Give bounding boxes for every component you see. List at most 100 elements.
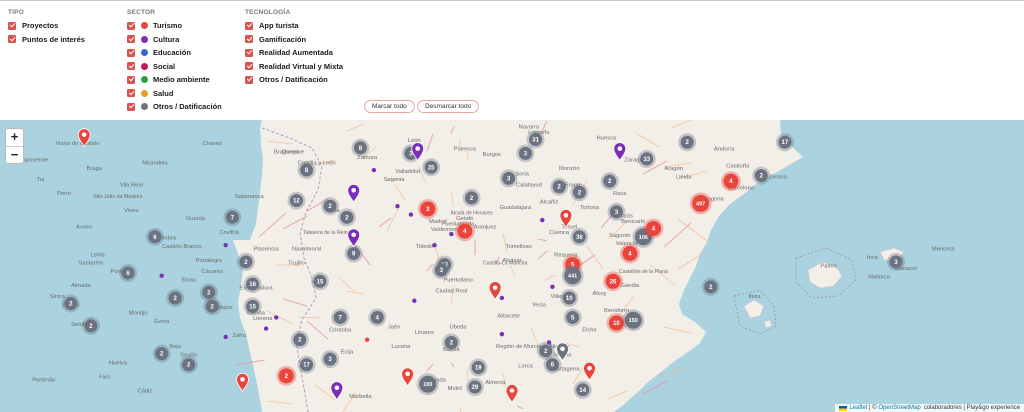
marker-cluster[interactable]: 3	[499, 169, 518, 188]
option-puntos-de-interes[interactable]: Puntos de interés	[8, 33, 85, 47]
marker-cluster[interactable]: 3	[887, 252, 905, 271]
option-medio-ambiente[interactable]: Medio ambiente	[127, 73, 222, 87]
point-marker[interactable]	[408, 212, 414, 217]
leaflet-link[interactable]: Leaflet	[849, 405, 867, 411]
point-marker[interactable]	[371, 167, 377, 173]
option-salud[interactable]: Salud	[127, 87, 222, 101]
marker-cluster[interactable]: 8	[351, 138, 370, 157]
checkbox-checked-icon[interactable]	[127, 62, 135, 71]
marker-cluster[interactable]: 4	[619, 243, 640, 264]
checkbox-checked-icon[interactable]	[245, 21, 253, 30]
marker-cluster[interactable]: 4	[720, 171, 741, 192]
marker-cluster[interactable]: 8	[297, 161, 316, 180]
point-marker[interactable]	[364, 337, 370, 342]
option-cultura[interactable]: Cultura	[127, 33, 222, 47]
marker-cluster[interactable]: 17	[775, 133, 794, 152]
marker-cluster[interactable]: 6	[145, 227, 164, 246]
point-marker[interactable]	[223, 242, 228, 248]
select-all-button[interactable]: Marcar todo	[364, 100, 415, 113]
point-marker[interactable]	[395, 204, 400, 209]
point-marker[interactable]	[449, 231, 454, 237]
option-proyectos[interactable]: Proyectos	[8, 19, 85, 33]
marker-cluster[interactable]: 26	[603, 271, 624, 292]
checkbox-checked-icon[interactable]	[245, 62, 253, 71]
marker-cluster[interactable]: 2	[678, 133, 697, 152]
point-marker[interactable]	[159, 273, 164, 278]
openstreetmap-link[interactable]: OpenStreetMap	[878, 405, 920, 411]
option-app-turista[interactable]: App turista	[245, 19, 343, 33]
checkbox-checked-icon[interactable]	[127, 21, 135, 30]
marker-cluster[interactable]: 2	[166, 288, 185, 307]
marker-cluster[interactable]: 19	[469, 358, 488, 377]
marker-cluster[interactable]: 2	[203, 297, 222, 316]
checkbox-checked-icon[interactable]	[127, 75, 135, 84]
marker-cluster[interactable]: 6	[119, 263, 137, 282]
marker-cluster[interactable]: 2	[290, 330, 309, 349]
marker-cluster[interactable]: 16	[243, 275, 262, 294]
checkbox-checked-icon[interactable]	[127, 48, 135, 57]
marker-cluster[interactable]: 2	[152, 344, 171, 363]
point-marker[interactable]	[499, 295, 505, 301]
option-turismo[interactable]: Turismo	[127, 19, 222, 33]
checkbox-checked-icon[interactable]	[127, 89, 135, 98]
marker-cluster[interactable]: 2	[462, 188, 481, 207]
checkbox-checked-icon[interactable]	[127, 102, 135, 111]
point-marker[interactable]	[263, 326, 269, 331]
option-educaci-n[interactable]: Educación	[127, 46, 222, 60]
marker-cluster[interactable]: 2	[81, 316, 100, 335]
marker-cluster[interactable]: 2	[752, 166, 771, 185]
marker-cluster[interactable]: 2	[321, 197, 340, 216]
checkbox-checked-icon[interactable]	[8, 21, 16, 30]
marker-cluster[interactable]: 25	[422, 158, 441, 177]
marker-cluster[interactable]: 2	[337, 208, 356, 227]
marker-cluster[interactable]: 3	[516, 144, 535, 163]
checkbox-checked-icon[interactable]	[127, 35, 135, 44]
checkbox-checked-icon[interactable]	[245, 48, 253, 57]
map-view[interactable]: Viana do Castelo Chaves Bragança Zamora Zara…	[0, 120, 1024, 412]
marker-cluster[interactable]: 497	[689, 192, 712, 215]
marker-cluster[interactable]: 2	[61, 294, 80, 313]
option-gamificaci-n[interactable]: Gamificación	[245, 33, 343, 47]
marker-cluster[interactable]: 17	[297, 355, 316, 374]
marker-cluster[interactable]: 2	[550, 177, 569, 196]
marker-cluster[interactable]: 4	[454, 221, 475, 242]
zoom-out-button[interactable]: −	[6, 146, 23, 163]
marker-cluster[interactable]: 2	[701, 277, 720, 296]
marker-cluster[interactable]: 15	[311, 272, 329, 291]
marker-cluster[interactable]: 2	[570, 183, 589, 202]
marker-cluster[interactable]: 2	[276, 365, 297, 386]
checkbox-checked-icon[interactable]	[245, 35, 253, 44]
marker-cluster[interactable]: 441	[561, 264, 584, 287]
marker-cluster[interactable]: 5	[563, 308, 582, 327]
checkbox-checked-icon[interactable]	[245, 75, 253, 84]
marker-cluster[interactable]: 33	[637, 149, 656, 168]
point-marker[interactable]	[499, 331, 505, 337]
option-social[interactable]: Social	[127, 60, 222, 74]
point-marker[interactable]	[223, 334, 228, 340]
map-canvas[interactable]: Viana do Castelo ChavesBragançaZamora Zara…	[0, 120, 1024, 412]
option-realidad-virtual-y-mixta[interactable]: Realidad Virtual y Mixta	[245, 60, 343, 74]
marker-cluster[interactable]: 3	[321, 350, 340, 369]
point-marker[interactable]	[540, 217, 545, 223]
marker-cluster[interactable]: 6	[543, 355, 562, 374]
marker-cluster[interactable]: 2	[179, 355, 198, 374]
marker-cluster[interactable]: 14	[573, 380, 592, 399]
marker-cluster[interactable]: 4	[368, 308, 387, 327]
point-marker[interactable]	[274, 315, 279, 320]
zoom-in-button[interactable]: +	[6, 129, 23, 146]
deselect-all-button[interactable]: Desmarcar todo	[417, 100, 480, 113]
marker-cluster[interactable]: 7	[223, 208, 242, 227]
marker-cluster[interactable]: 2	[600, 172, 619, 191]
marker-cluster[interactable]: 150	[622, 309, 645, 332]
checkbox-checked-icon[interactable]	[8, 35, 16, 44]
marker-cluster[interactable]: 10	[560, 288, 579, 307]
marker-cluster[interactable]: 7	[331, 308, 350, 327]
option-otros-datificaci-n[interactable]: Otros / Datificación	[127, 100, 222, 114]
point-marker[interactable]	[432, 242, 437, 248]
marker-cluster[interactable]: 2	[236, 252, 255, 271]
marker-cluster[interactable]: 100	[416, 373, 439, 396]
marker-cluster[interactable]: 3	[417, 198, 438, 219]
marker-cluster[interactable]: 15	[243, 297, 262, 316]
option-otros-datificaci-n[interactable]: Otros / Datificación	[245, 73, 343, 87]
marker-cluster[interactable]: 29	[465, 377, 484, 396]
